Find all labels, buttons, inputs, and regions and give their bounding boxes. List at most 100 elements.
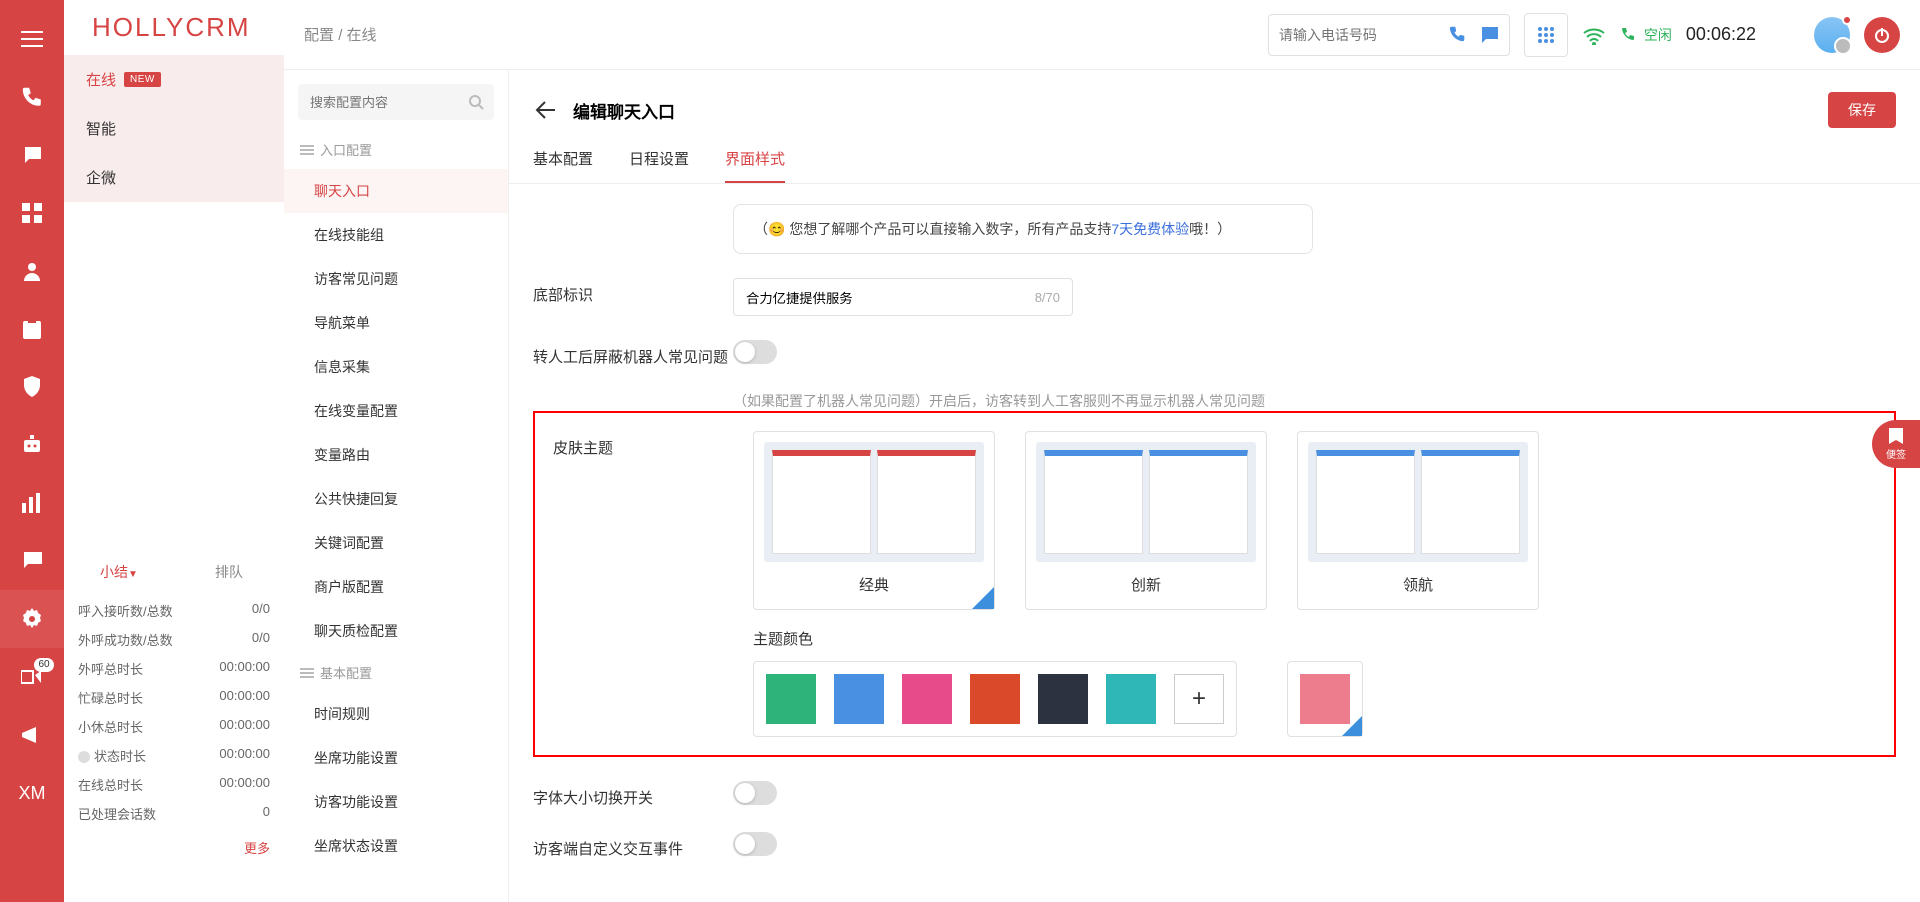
cfg-item[interactable]: 在线技能组	[284, 213, 508, 257]
save-button[interactable]: 保存	[1828, 92, 1896, 128]
stats-list: 呼入接听数/总数0/0外呼成功数/总数0/0外呼总时长00:00:00忙碌总时长…	[64, 592, 284, 832]
top-bar: 配置 / 在线 空闲 00:06:22	[284, 0, 1920, 70]
color-swatch[interactable]	[970, 674, 1020, 724]
list-icon	[300, 144, 314, 156]
shield-icon[interactable]	[0, 358, 64, 416]
robot-icon[interactable]	[0, 416, 64, 474]
cfg-item[interactable]: 聊天质检配置	[284, 609, 508, 653]
label-custom-event: 访客端自定义交互事件	[533, 832, 733, 859]
cfg-item[interactable]: 坐席状态设置	[284, 824, 508, 868]
xm-icon[interactable]: XM	[0, 764, 64, 822]
label-shield-robot: 转人工后屏蔽机器人常见问题	[533, 340, 733, 367]
cfg-item[interactable]: 关键词配置	[284, 521, 508, 565]
theme-section: 皮肤主题 经典创新领航 主题颜色 +	[533, 411, 1896, 757]
dial-icon[interactable]	[1449, 25, 1469, 45]
back-button[interactable]	[533, 98, 557, 122]
phone-icon[interactable]	[0, 68, 64, 126]
color-swatch[interactable]	[834, 674, 884, 724]
list-icon	[300, 667, 314, 679]
export-icon[interactable]: 60	[0, 648, 64, 706]
cfg-item[interactable]: 导航菜单	[284, 301, 508, 345]
chart-icon[interactable]	[0, 474, 64, 532]
free-trial-link[interactable]: 7天免费体验	[1111, 221, 1189, 237]
phone-input[interactable]	[1279, 27, 1439, 43]
stat-row: 小休总时长00:00:00	[78, 712, 270, 741]
config-search-input[interactable]	[298, 84, 494, 120]
breadcrumb-online: 在线	[347, 27, 377, 44]
cfg-item[interactable]: 变量路由	[284, 433, 508, 477]
wifi-icon	[1582, 25, 1606, 45]
bookmark-icon	[1889, 428, 1903, 444]
config-menu: 入口配置 聊天入口在线技能组访客常见问题导航菜单信息采集在线变量配置变量路由公共…	[284, 70, 509, 902]
phone-search	[1268, 14, 1510, 56]
stat-tab-summary[interactable]: 小结▼	[64, 552, 174, 592]
custom-event-switch[interactable]	[733, 832, 777, 856]
stat-row: 忙碌总时长00:00:00	[78, 683, 270, 712]
theme-card[interactable]: 创新	[1025, 431, 1267, 610]
cfg-item[interactable]: 商户版配置	[284, 565, 508, 609]
label-bottom-mark: 底部标识	[533, 278, 733, 305]
power-button[interactable]	[1864, 17, 1900, 53]
clipboard-icon[interactable]	[0, 300, 64, 358]
bottom-mark-input[interactable]	[746, 290, 982, 305]
msg-icon[interactable]	[1479, 25, 1499, 45]
cfg-item[interactable]: 访客功能设置	[284, 780, 508, 824]
preset-colors: +	[753, 661, 1237, 737]
chat-icon[interactable]	[0, 126, 64, 184]
side-tab-online[interactable]: 在线NEW	[64, 55, 284, 104]
stat-row: 已处理会话数0	[78, 799, 270, 828]
tab-schedule[interactable]: 日程设置	[629, 148, 689, 183]
cfg-item[interactable]: 访客常见问题	[284, 257, 508, 301]
custom-color[interactable]	[1287, 661, 1363, 737]
shield-robot-switch[interactable]	[733, 340, 777, 364]
stat-tab-queue[interactable]: 排队	[174, 552, 284, 592]
avatar[interactable]	[1814, 17, 1850, 53]
color-swatch[interactable]	[1106, 674, 1156, 724]
side-tab-smart[interactable]: 智能	[64, 104, 284, 153]
agent-status[interactable]: 空闲	[1620, 25, 1672, 45]
apps-button[interactable]	[1524, 13, 1568, 57]
cfg-item[interactable]: 信息采集	[284, 345, 508, 389]
breadcrumb-config[interactable]: 配置	[304, 27, 334, 44]
stat-row: 在线总时长00:00:00	[78, 770, 270, 799]
bottom-mark-counter: 8/70	[1035, 290, 1060, 305]
cfg-item[interactable]: 公共快捷回复	[284, 477, 508, 521]
menu-icon[interactable]	[0, 10, 64, 68]
font-size-switch[interactable]	[733, 781, 777, 805]
theme-card[interactable]: 经典	[753, 431, 995, 610]
side-tab-wecom[interactable]: 企微	[64, 153, 284, 202]
main-tabs: 基本配置 日程设置 界面样式	[509, 128, 1920, 184]
color-swatch[interactable]	[766, 674, 816, 724]
comment-icon[interactable]	[0, 532, 64, 590]
cfg-item[interactable]: 时间规则	[284, 692, 508, 736]
grid-icon[interactable]	[0, 184, 64, 242]
logo: HOLLYCRM	[64, 0, 284, 55]
label-theme-color: 主题颜色	[753, 628, 1876, 649]
theme-card[interactable]: 领航	[1297, 431, 1539, 610]
label-skin-theme: 皮肤主题	[553, 431, 753, 458]
stat-row: 外呼成功数/总数0/0	[78, 625, 270, 654]
color-swatch[interactable]	[902, 674, 952, 724]
cfg-group-entry: 入口配置	[284, 130, 508, 169]
color-swatch[interactable]	[1038, 674, 1088, 724]
custom-color-swatch[interactable]	[1300, 674, 1350, 724]
settings-icon[interactable]	[0, 590, 64, 648]
tab-basic[interactable]: 基本配置	[533, 148, 593, 183]
more-link[interactable]: 更多	[64, 832, 284, 863]
cfg-item[interactable]: 在线变量配置	[284, 389, 508, 433]
user-icon[interactable]	[0, 242, 64, 300]
stat-tabs: 小结▼ 排队	[64, 552, 284, 592]
cfg-item[interactable]: 聊天入口	[284, 169, 508, 213]
tab-style[interactable]: 界面样式	[725, 148, 785, 183]
label-font-size-switch: 字体大小切换开关	[533, 781, 733, 808]
config-search	[298, 84, 494, 120]
bookmark-fab[interactable]: 便签	[1872, 420, 1920, 468]
announce-icon[interactable]	[0, 706, 64, 764]
breadcrumb: 配置 / 在线	[304, 24, 377, 45]
left-icon-bar: 60 XM	[0, 0, 64, 902]
cfg-item[interactable]: 坐席功能设置	[284, 736, 508, 780]
stat-row: 状态时长00:00:00	[78, 741, 270, 770]
main-content: 编辑聊天入口 保存 基本配置 日程设置 界面样式 （😊 您想了解哪个产品可以直接…	[509, 70, 1920, 902]
add-color-button[interactable]: +	[1174, 674, 1224, 724]
hint-bubble: （😊 您想了解哪个产品可以直接输入数字，所有产品支持7天免费体验哦！）	[733, 204, 1313, 254]
